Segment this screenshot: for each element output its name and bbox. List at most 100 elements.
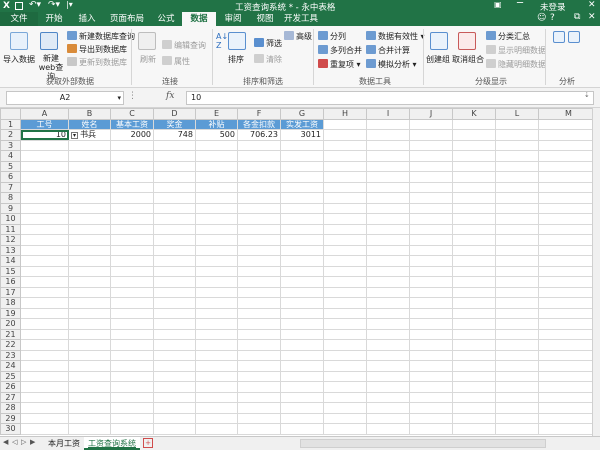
cell[interactable]	[409, 391, 453, 403]
minimize-icon[interactable]: ─	[517, 0, 523, 9]
cell-d2[interactable]: 748	[153, 129, 196, 141]
cell-e2[interactable]: 500	[195, 129, 238, 141]
cell[interactable]	[366, 412, 410, 424]
cell[interactable]	[323, 234, 367, 246]
expand-formula-icon[interactable]: ⇣	[584, 91, 590, 99]
cell[interactable]	[237, 192, 281, 204]
row-header[interactable]: 21	[0, 328, 21, 340]
ribbon-display-icon[interactable]: ▣	[494, 0, 502, 9]
cell[interactable]	[280, 171, 324, 183]
cell[interactable]	[237, 276, 281, 288]
cell[interactable]	[366, 276, 410, 288]
what-if-button[interactable]: 模拟分析 ▾	[366, 59, 417, 70]
cell[interactable]	[538, 202, 599, 214]
row-header[interactable]: 26	[0, 381, 21, 393]
row-header[interactable]: 11	[0, 223, 21, 235]
cell[interactable]	[20, 391, 69, 403]
cell[interactable]	[153, 349, 196, 361]
cell[interactable]	[538, 171, 599, 183]
cell[interactable]	[20, 360, 69, 372]
cell[interactable]	[538, 370, 599, 382]
cell[interactable]	[280, 255, 324, 267]
cell[interactable]	[280, 139, 324, 151]
cell[interactable]	[495, 402, 539, 414]
cell[interactable]	[195, 171, 238, 183]
cell[interactable]	[68, 391, 111, 403]
cell[interactable]	[495, 171, 539, 183]
cell[interactable]	[452, 118, 496, 130]
cell[interactable]	[20, 297, 69, 309]
cell[interactable]	[280, 213, 324, 225]
cell-f2[interactable]: 706.23	[237, 129, 281, 141]
cell[interactable]	[366, 202, 410, 214]
cell[interactable]	[68, 360, 111, 372]
cell[interactable]	[452, 370, 496, 382]
cell[interactable]	[409, 234, 453, 246]
cell[interactable]	[538, 265, 599, 277]
cell[interactable]	[538, 234, 599, 246]
cell[interactable]	[153, 381, 196, 393]
horizontal-scrollbar[interactable]	[300, 439, 546, 448]
cell[interactable]	[495, 328, 539, 340]
cell[interactable]	[409, 276, 453, 288]
cell[interactable]	[538, 307, 599, 319]
cell[interactable]	[495, 360, 539, 372]
column-header[interactable]: K	[452, 108, 496, 120]
cell[interactable]	[20, 213, 69, 225]
row-header[interactable]: 25	[0, 370, 21, 382]
cell[interactable]	[538, 360, 599, 372]
cell[interactable]	[237, 244, 281, 256]
cell[interactable]	[153, 150, 196, 162]
cell[interactable]	[409, 328, 453, 340]
cell[interactable]	[366, 213, 410, 225]
cell[interactable]	[323, 297, 367, 309]
cell[interactable]	[68, 244, 111, 256]
cell-c2[interactable]: 2000	[110, 129, 154, 141]
cell[interactable]	[280, 328, 324, 340]
cell[interactable]	[323, 286, 367, 298]
cell[interactable]	[110, 339, 154, 351]
cell[interactable]	[280, 150, 324, 162]
cell[interactable]	[495, 423, 539, 435]
cell[interactable]	[280, 307, 324, 319]
cell[interactable]	[409, 118, 453, 130]
cell[interactable]	[538, 349, 599, 361]
cell[interactable]	[237, 391, 281, 403]
cell[interactable]	[452, 255, 496, 267]
row-header[interactable]: 17	[0, 286, 21, 298]
cell[interactable]	[409, 339, 453, 351]
cell[interactable]	[280, 391, 324, 403]
cell[interactable]	[195, 391, 238, 403]
cell[interactable]	[366, 297, 410, 309]
cell[interactable]	[495, 129, 539, 141]
row-header[interactable]: 16	[0, 276, 21, 288]
clear-button[interactable]: 清除	[254, 54, 282, 65]
cell[interactable]	[237, 150, 281, 162]
cell[interactable]	[195, 223, 238, 235]
cell[interactable]	[68, 150, 111, 162]
cell[interactable]	[237, 171, 281, 183]
cell[interactable]	[195, 286, 238, 298]
cell[interactable]	[280, 339, 324, 351]
cell[interactable]	[452, 213, 496, 225]
row-header[interactable]: 30	[0, 423, 21, 435]
row-header[interactable]: 27	[0, 391, 21, 403]
column-header[interactable]: E	[195, 108, 238, 120]
cell[interactable]	[323, 339, 367, 351]
cell[interactable]	[110, 370, 154, 382]
cell[interactable]	[195, 307, 238, 319]
cell[interactable]	[195, 360, 238, 372]
cell[interactable]	[20, 265, 69, 277]
cell[interactable]	[20, 234, 69, 246]
cell[interactable]	[366, 318, 410, 330]
tab-page-layout[interactable]: 页面布局	[104, 12, 150, 26]
cell[interactable]	[20, 370, 69, 382]
formula-input[interactable]: 10	[186, 91, 594, 105]
column-header[interactable]: I	[366, 108, 410, 120]
cell[interactable]	[366, 181, 410, 193]
cell[interactable]	[495, 255, 539, 267]
cell[interactable]	[237, 349, 281, 361]
ungroup-button[interactable]: 取消组合	[452, 54, 484, 65]
cell[interactable]	[452, 181, 496, 193]
cell[interactable]	[366, 150, 410, 162]
